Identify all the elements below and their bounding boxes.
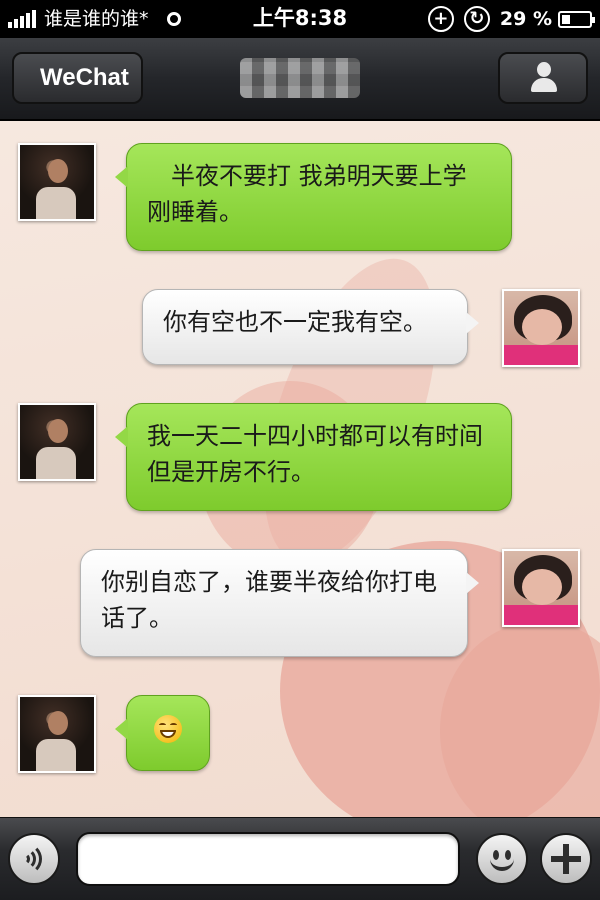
battery-icon [558,10,595,28]
rotation-lock-icon: ↻ [463,6,490,32]
profile-button[interactable] [498,52,588,104]
more-button[interactable] [540,833,592,885]
status-right: + ↻ 29 % [427,6,595,32]
message-bubble-received[interactable] [115,695,210,771]
grinning-emoji-icon [154,715,182,743]
back-button[interactable]: WeChat [5,52,143,105]
navigation-bar: WeChat [0,38,600,120]
back-button-label: WeChat [40,64,129,91]
message-bubble-received[interactable]: 半夜不要打 我弟明天要上学 刚睡着。 [115,143,512,251]
chat-area[interactable]: 半夜不要打 我弟明天要上学 刚睡着。 你有空也不一定我有空。 我一天二十四小时都… [0,121,600,817]
status-bar: 谁是谁的谁* 上午8:38 + ↻ 29 % [0,0,600,38]
my-avatar[interactable] [502,289,580,367]
message-text: 你有空也不一定我有空。 [163,308,427,336]
battery-percent: 29 % [499,8,552,30]
voice-button[interactable] [8,833,60,885]
my-avatar[interactable] [502,549,580,627]
battery-fill [562,14,570,24]
message-bubble-sent[interactable]: 你别自恋了，谁要半夜给你打电话了。 [80,549,479,657]
voice-icon [20,843,48,875]
message-bubble-received[interactable]: 我一天二十四小时都可以有时间 但是开房不行。 [115,403,512,511]
location-icon: + [427,6,454,32]
message-input[interactable] [76,832,460,886]
message-text: 半夜不要打 我弟明天要上学 刚睡着。 [147,162,491,226]
contact-avatar[interactable] [18,403,96,481]
emoji-button[interactable] [476,833,528,885]
message-text: 你别自恋了，谁要半夜给你打电话了。 [101,568,437,632]
chat-title-pixelated [240,58,360,98]
plus-icon [551,844,581,874]
message-text: 我一天二十四小时都可以有时间 但是开房不行。 [147,422,507,486]
smiley-icon [484,841,520,877]
message-bubble-sent[interactable]: 你有空也不一定我有空。 [142,289,479,365]
contact-avatar[interactable] [18,143,96,221]
input-bar [0,817,600,900]
contact-avatar[interactable] [18,695,96,773]
person-icon [528,62,560,94]
